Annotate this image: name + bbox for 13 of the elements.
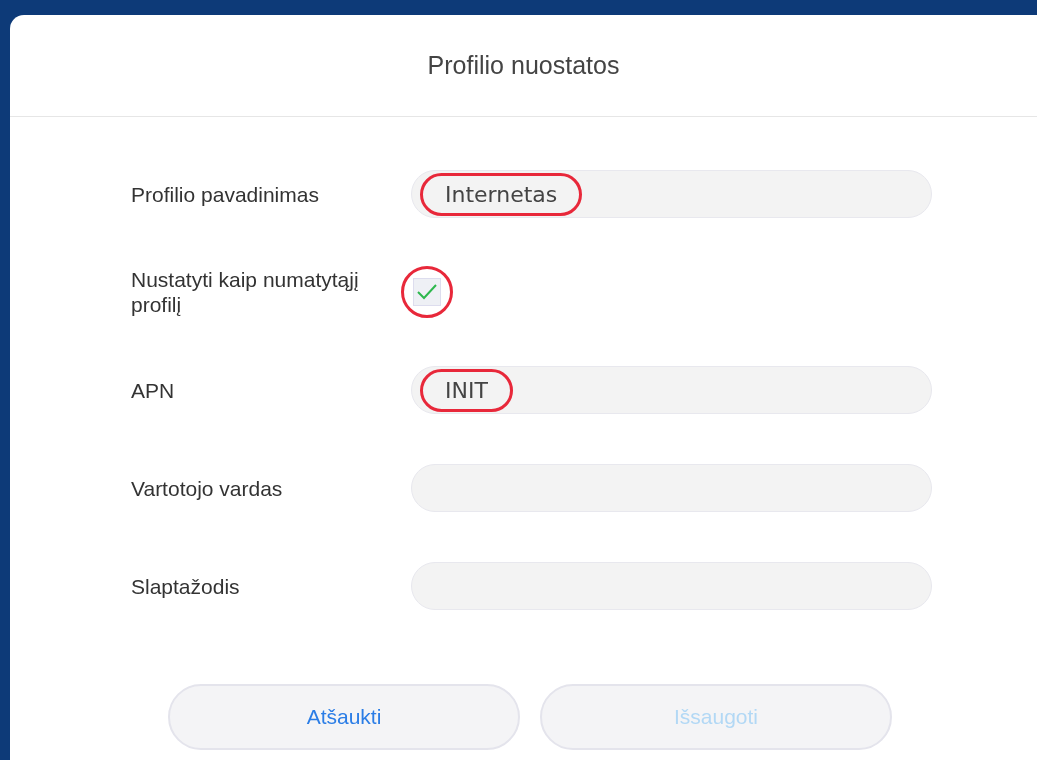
field-label: Nustatyti kaip numatytąjį profilį (131, 267, 360, 317)
field-value: INIT (445, 377, 488, 403)
field-label: APN (131, 377, 176, 403)
field-label: Vartotojo vardas (131, 475, 284, 501)
field-value: Internetas (445, 181, 558, 207)
input-field[interactable]: INIT (411, 366, 932, 414)
input-field[interactable]: Internetas (411, 170, 932, 218)
check-icon (416, 283, 438, 301)
field-label: Slaptažodis (131, 573, 241, 599)
checkbox[interactable] (413, 278, 441, 306)
dialog-title: Profilio nuostatos (427, 51, 620, 80)
dialog-button[interactable]: Atšaukti (168, 684, 520, 750)
field-label: Profilio pavadinimas (131, 181, 320, 207)
